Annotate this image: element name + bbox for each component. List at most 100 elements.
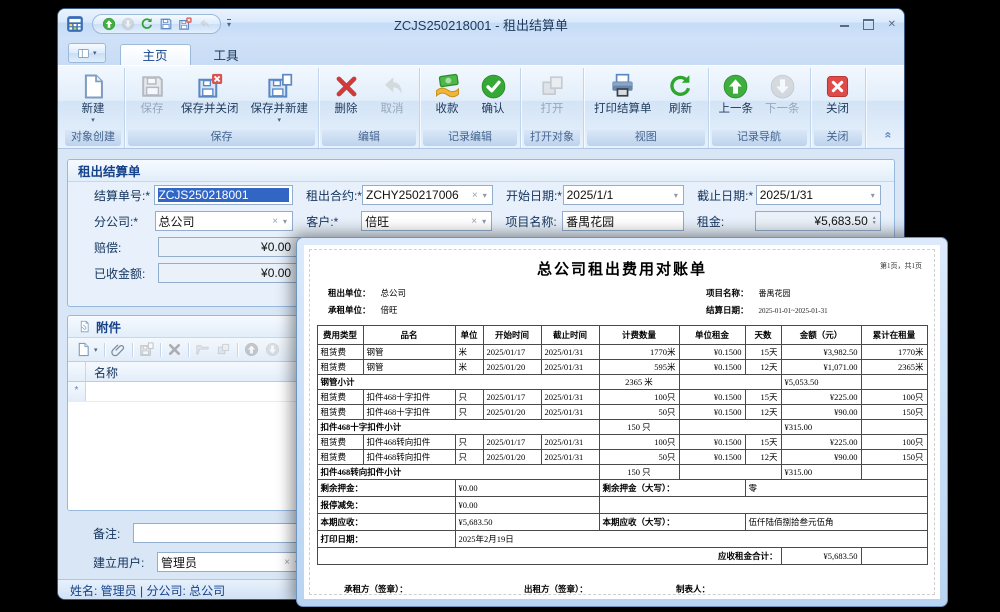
qat-undo-button[interactable] — [197, 17, 211, 31]
next-button[interactable]: 下一条 — [760, 70, 805, 117]
dropdown-icon[interactable]: ▾ — [281, 217, 289, 226]
ribbon-group-print-statement: 打印结算单刷新视图 — [584, 68, 709, 148]
close-button[interactable]: 关闭 — [816, 70, 860, 117]
minimize-icon[interactable] — [840, 22, 849, 27]
lessee-sign-label: 承租方（签章）： — [344, 583, 408, 595]
qat-previous-button[interactable] — [102, 17, 116, 31]
status-text: 姓名: 管理员 | 分公司: 总公司 — [70, 582, 225, 599]
print-statement-button[interactable]: 打印结算单 — [589, 70, 657, 117]
chevron-down-icon: ▾ — [277, 117, 281, 124]
report-title: 总公司租出费用对账单 — [304, 258, 940, 279]
report-summary-row: 报停减免：¥0.00 — [317, 497, 927, 514]
received-amount-label: 已收金额: — [94, 265, 158, 282]
attach-file-button[interactable] — [111, 342, 126, 357]
money-icon — [434, 73, 461, 100]
end-date-label: 截止日期:* — [697, 187, 756, 204]
attach-open-button[interactable] — [195, 342, 210, 357]
attach-open-window-button[interactable] — [216, 342, 231, 357]
save-button[interactable]: 保存 — [130, 70, 174, 117]
attach-up-button[interactable] — [244, 342, 259, 357]
qat-save-button[interactable] — [159, 17, 173, 31]
ribbon-group-delete: 删除取消编辑 — [319, 68, 420, 148]
branch-combo[interactable]: 总公司×▾ — [155, 211, 294, 231]
report-subtotal-row: 扣件468转向扣件小计150 只¥315.00 — [317, 465, 927, 480]
compensation-field[interactable]: ¥0.00▲▼ — [158, 237, 304, 257]
dropdown-icon[interactable]: ▾ — [481, 191, 489, 200]
ribbon-group-open: 打开打开对象 — [521, 68, 584, 148]
report-info: 租出单位：总公司 承租单位：倍旺 项目名称：番禺花园 结算日期：2025-01-… — [328, 287, 916, 319]
spinner-icon[interactable]: ▲▼ — [872, 216, 877, 226]
start-date-label: 开始日期:* — [506, 187, 563, 204]
close-box-icon — [824, 73, 851, 100]
dropdown-icon[interactable]: ▾ — [480, 217, 488, 226]
up-circle-icon — [722, 73, 749, 100]
lease-contract-label: 租出合约:* — [306, 187, 362, 204]
attach-down-button[interactable] — [265, 342, 280, 357]
attach-delete-button[interactable] — [167, 342, 182, 357]
dropdown-icon[interactable]: ▾ — [672, 191, 680, 200]
clear-icon[interactable]: × — [269, 216, 281, 227]
refresh-button[interactable]: 刷新 — [659, 70, 703, 117]
maximize-icon[interactable] — [863, 19, 874, 30]
clear-icon[interactable]: × — [469, 190, 481, 201]
compensation-label: 赔偿: — [94, 239, 158, 256]
qat-overflow-icon[interactable]: ▾ — [227, 19, 231, 29]
start-date-picker[interactable]: 2025/1/1▾ — [563, 185, 684, 205]
refresh-icon — [667, 73, 694, 100]
ribbon-group-save: 保存保存并关闭保存并新建▾保存 — [125, 68, 319, 148]
customer-combo[interactable]: 倍旺×▾ — [361, 211, 492, 231]
received-amount-field[interactable]: ¥0.00▲▼ — [158, 263, 304, 283]
chevron-down-icon: ▾ — [91, 117, 95, 124]
rent-label: 租金: — [697, 213, 756, 230]
ribbon-group-label: 对象创建 — [65, 130, 121, 146]
open-window-icon — [539, 73, 566, 100]
end-date-picker[interactable]: 2025/1/31▾ — [756, 185, 881, 205]
printer-icon — [609, 73, 636, 100]
clear-icon[interactable]: × — [468, 216, 480, 227]
app-menu-button[interactable]: ▾ — [68, 43, 106, 63]
delete-x-icon — [333, 73, 360, 100]
rent-field[interactable]: ¥5,683.50▲▼ — [755, 211, 880, 231]
receive-payment-button[interactable]: 收款 — [425, 70, 469, 117]
clear-icon[interactable]: × — [281, 557, 293, 568]
confirm-button[interactable]: 确认 — [471, 70, 515, 117]
attach-save-button[interactable] — [139, 342, 154, 357]
ribbon-group-label: 保存 — [128, 130, 315, 146]
ribbon-group-label: 记录编辑 — [423, 130, 517, 146]
undo-icon — [379, 73, 406, 100]
report-summary-row: 打印日期：2025年2月19日 — [317, 531, 927, 548]
previous-button[interactable]: 上一条 — [714, 70, 759, 117]
report-subtotal-row: 钢管小计2365 米¥5,053.50 — [317, 375, 927, 390]
cancel-button[interactable]: 取消 — [370, 70, 414, 117]
save-new-button[interactable]: 保存并新建▾ — [246, 70, 314, 125]
report-subtotal-row: 扣件468十字扣件小计150 只¥315.00 — [317, 420, 927, 435]
qat-next-button[interactable] — [121, 17, 135, 31]
project-name-field[interactable]: 番禺花园 — [562, 211, 684, 231]
down-circle-icon — [769, 73, 796, 100]
preparer-label: 制表人： — [676, 583, 710, 595]
close-icon[interactable] — [888, 19, 896, 30]
delete-button[interactable]: 删除 — [324, 70, 368, 117]
created-by-combo[interactable]: 管理员 × ▾ — [157, 552, 305, 572]
chevron-down-icon: ▾ — [94, 346, 98, 354]
ribbon-tab-row: ▾ 主页工具 — [58, 39, 904, 65]
dropdown-icon[interactable]: ▾ — [869, 191, 877, 200]
settlement-no-field[interactable]: ZCJS250218001 — [154, 185, 292, 205]
ribbon-collapse-icon[interactable]: « — [882, 132, 896, 139]
created-by-label: 建立用户: — [93, 554, 157, 571]
ribbon-group-close: 关闭关闭 — [811, 68, 866, 148]
attach-new-button[interactable] — [76, 342, 91, 357]
report-item-row: 租赁费扣件468转向扣件只2025/01/202025/01/3150只¥0.1… — [317, 450, 927, 465]
chevron-down-icon: ▾ — [93, 49, 97, 57]
report-item-row: 租赁费扣件468转向扣件只2025/01/172025/01/31100只¥0.… — [317, 435, 927, 450]
titlebar: ▾ ZCJS250218001 - 租出结算单 — [58, 9, 904, 39]
new-button[interactable]: 新建▾ — [71, 70, 115, 125]
open-button[interactable]: 打开 — [530, 70, 574, 117]
lease-contract-combo[interactable]: ZCHY250217006×▾ — [362, 185, 493, 205]
report-page: 第1页，共1页 总公司租出费用对账单 租出单位：总公司 承租单位：倍旺 项目名称… — [304, 245, 940, 599]
qat-save-close-button[interactable] — [178, 17, 192, 31]
qat-refresh-button[interactable] — [140, 17, 154, 31]
panes-icon — [77, 47, 90, 60]
new-doc-icon — [80, 73, 107, 100]
save-close-button[interactable]: 保存并关闭 — [176, 70, 244, 117]
